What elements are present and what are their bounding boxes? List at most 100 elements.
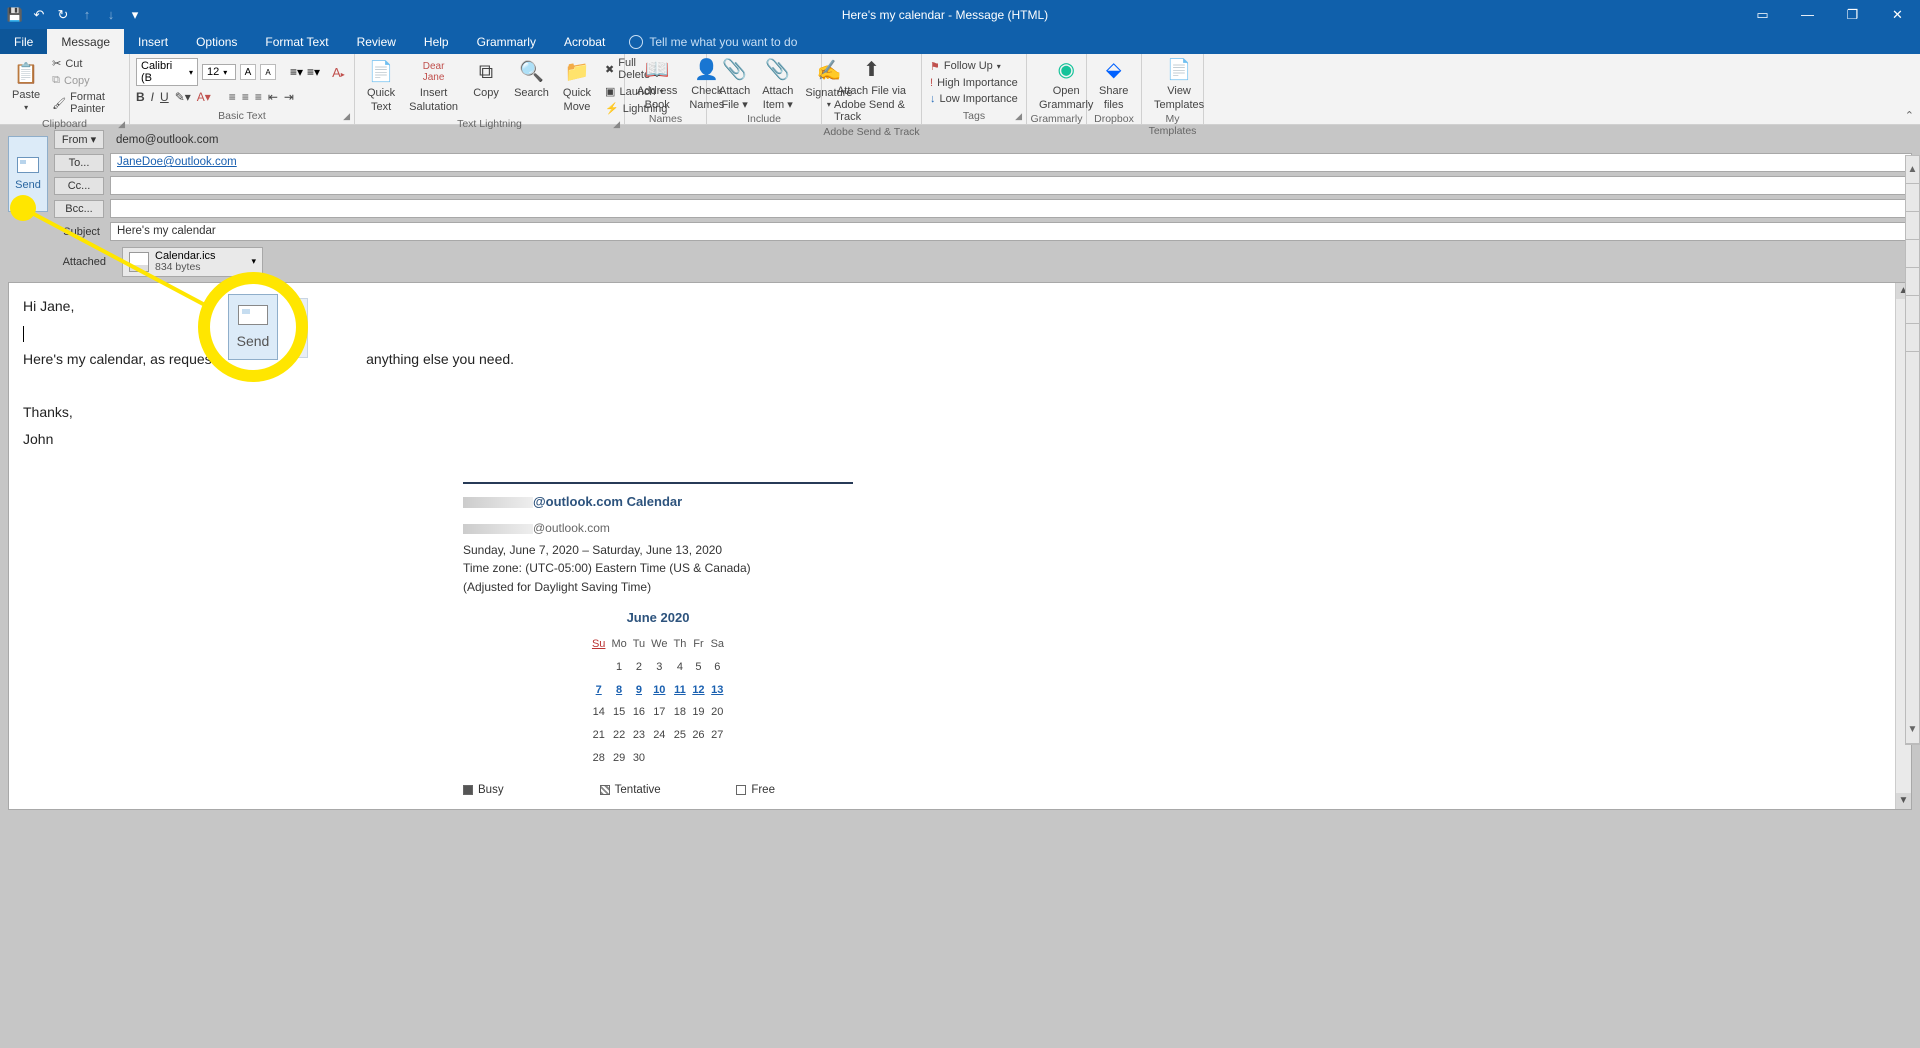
attach-file-button[interactable]: 📎AttachFile ▾ — [713, 56, 756, 111]
dow: Sa — [708, 633, 727, 656]
scissors-icon: ✂ — [52, 57, 61, 70]
font-selector[interactable]: Calibri (B▾ — [136, 58, 198, 86]
outdent-icon[interactable]: ⇤ — [268, 90, 278, 104]
tags-group-label: Tags◢ — [922, 110, 1026, 124]
tags-launcher-icon[interactable]: ◢ — [1015, 111, 1022, 122]
cut-label: Cut — [65, 58, 82, 70]
styles-icon[interactable]: A▸ — [332, 65, 345, 80]
tell-me-search[interactable]: Tell me what you want to do — [629, 29, 797, 54]
quick-move-button[interactable]: 📁QuickMove — [557, 58, 597, 113]
subject-field[interactable]: Here's my calendar — [110, 222, 1912, 241]
quick-text-button[interactable]: 📄QuickText — [361, 58, 401, 113]
maximize-button[interactable]: ❐ — [1830, 0, 1875, 29]
day-link[interactable]: 8 — [616, 684, 622, 696]
window-title: Here's my calendar - Message (HTML) — [150, 8, 1740, 22]
bcc-field[interactable] — [110, 199, 1912, 218]
high-importance-button[interactable]: !High Importance — [928, 76, 1020, 90]
day-link[interactable]: 12 — [692, 684, 704, 696]
view-templates-button[interactable]: 📄ViewTemplates — [1148, 56, 1210, 111]
ribbon: 📋 Paste ▾ ✂Cut ⧉Copy 🖌Format Painter Cli… — [0, 54, 1920, 125]
highlight-icon[interactable]: ✎▾ — [175, 90, 191, 104]
busy-swatch-icon — [463, 785, 473, 795]
calendar-rule — [463, 482, 853, 484]
cut-button[interactable]: ✂ Cut — [50, 56, 123, 71]
follow-up-button[interactable]: ⚑Follow Up▾ — [928, 59, 1020, 74]
dow-su: Su — [589, 633, 608, 656]
scroll-down-icon[interactable]: ▼ — [1896, 793, 1911, 809]
day-link[interactable]: 7 — [596, 684, 602, 696]
low-importance-button[interactable]: ↓Low Importance — [928, 92, 1020, 106]
bold-button[interactable]: B — [136, 90, 145, 104]
adobe-send-track-button[interactable]: ⬆Attach File viaAdobe Send & Track — [828, 56, 915, 124]
font-size-selector[interactable]: 12▾ — [202, 64, 236, 80]
tl-copy-button[interactable]: ⧉Copy — [466, 58, 506, 113]
launch-icon: ▣ — [605, 85, 615, 98]
bcc-button[interactable]: Bcc... — [54, 200, 104, 218]
insert-salutation-button[interactable]: DearJaneInsertSalutation — [403, 58, 464, 113]
tab-review[interactable]: Review — [343, 29, 410, 54]
paperclip-icon: 📎 — [721, 56, 749, 84]
tab-help[interactable]: Help — [410, 29, 463, 54]
minimize-button[interactable]: — — [1785, 0, 1830, 29]
bullets-icon[interactable]: ≡▾ — [290, 65, 303, 79]
tab-options[interactable]: Options — [182, 29, 251, 54]
close-button[interactable]: ✕ — [1875, 0, 1920, 29]
numbering-icon[interactable]: ≡▾ — [307, 65, 320, 79]
basictext-launcher-icon[interactable]: ◢ — [343, 111, 350, 122]
dow: Th — [670, 633, 689, 656]
qat-undo-icon[interactable]: ↶ — [32, 8, 46, 22]
tab-acrobat[interactable]: Acrobat — [550, 29, 619, 54]
clipboard-launcher-icon[interactable]: ◢ — [118, 119, 125, 130]
dropbox-icon: ⬙ — [1100, 56, 1128, 84]
qat-save-icon[interactable]: 💾 — [8, 8, 22, 22]
tl-search-button[interactable]: 🔍Search — [508, 58, 555, 113]
qat-more-icon[interactable]: ▾ — [128, 8, 142, 22]
paste-icon: 📋 — [12, 60, 40, 88]
italic-button[interactable]: I — [151, 90, 154, 104]
qat-down-icon: ↓ — [104, 8, 118, 22]
mini-scroll-up-icon[interactable]: ▲ — [1906, 156, 1919, 184]
day-link[interactable]: 9 — [636, 684, 642, 696]
tab-message[interactable]: Message — [47, 29, 124, 54]
attach-item-button[interactable]: 📎AttachItem ▾ — [756, 56, 799, 111]
align-center-icon[interactable]: ≡ — [242, 90, 249, 104]
address-book-button[interactable]: 📖AddressBook — [631, 56, 683, 111]
underline-button[interactable]: U — [160, 90, 169, 104]
day-link[interactable]: 13 — [711, 684, 723, 696]
format-painter-button[interactable]: 🖌Format Painter — [50, 90, 123, 116]
paste-button[interactable]: 📋 Paste ▾ — [6, 60, 46, 112]
calendar-title: @outlook.com Calendar — [463, 490, 853, 515]
lightning-launcher-icon[interactable]: ◢ — [613, 119, 620, 130]
increase-font-icon[interactable]: A — [240, 64, 256, 80]
tab-file[interactable]: File — [0, 29, 47, 54]
ribbon-options-button[interactable]: ▭ — [1740, 0, 1785, 29]
paste-label: Paste — [12, 89, 40, 102]
from-button[interactable]: From ▾ — [54, 130, 104, 149]
calendar-timezone: Time zone: (UTC-05:00) Eastern Time (US … — [463, 560, 853, 577]
to-field[interactable]: JaneDoe@outlook.com — [110, 153, 1912, 172]
paste-dropdown-icon[interactable]: ▾ — [24, 103, 28, 112]
day-link[interactable]: 10 — [653, 684, 665, 696]
mini-scroll-down-icon[interactable]: ▼ — [1906, 716, 1919, 744]
cc-button[interactable]: Cc... — [54, 177, 104, 195]
body-line: Thanks, — [23, 399, 1897, 426]
indent-icon[interactable]: ⇥ — [284, 90, 294, 104]
attachment-dropdown-icon[interactable]: ▾ — [252, 256, 257, 267]
annotation-circle: Send — [198, 272, 308, 382]
share-files-button[interactable]: ⬙Sharefiles — [1093, 56, 1134, 111]
annotation-envelope-icon — [238, 305, 268, 325]
to-button[interactable]: To... — [54, 154, 104, 172]
tab-insert[interactable]: Insert — [124, 29, 182, 54]
cc-field[interactable] — [110, 176, 1912, 195]
day-link[interactable]: 11 — [674, 684, 686, 696]
font-color-icon[interactable]: A▾ — [197, 90, 211, 104]
qat-redo-icon[interactable]: ↻ — [56, 8, 70, 22]
decrease-font-icon[interactable]: A — [260, 64, 276, 80]
align-left-icon[interactable]: ≡ — [229, 90, 236, 104]
right-mini-scroll[interactable]: ▲ ▼ — [1905, 155, 1920, 745]
tab-format-text[interactable]: Format Text — [251, 29, 342, 54]
collapse-ribbon-icon[interactable]: ⌃ — [1905, 109, 1914, 122]
salutation-icon: DearJane — [420, 58, 448, 86]
align-right-icon[interactable]: ≡ — [255, 90, 262, 104]
tab-grammarly[interactable]: Grammarly — [463, 29, 550, 54]
